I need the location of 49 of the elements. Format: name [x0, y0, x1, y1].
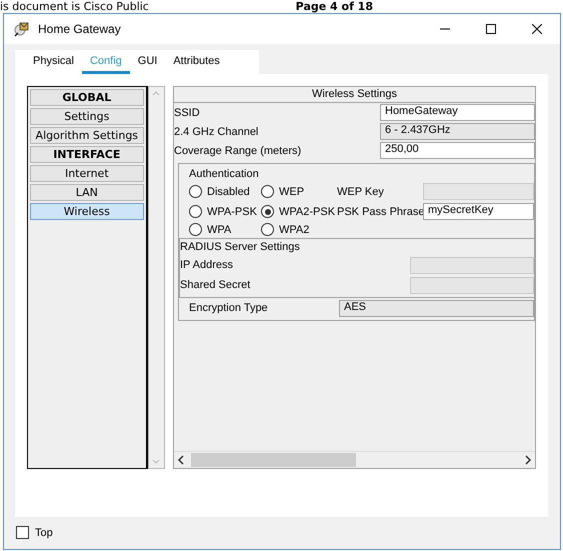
channel-dropdown[interactable]: 6 - 2.437GHz: [380, 123, 535, 140]
field-label: Coverage Range (meters): [174, 144, 302, 156]
field-label: 2.4 GHz Channel: [174, 126, 260, 138]
group-title: RADIUS Server Settings: [180, 241, 300, 253]
tab[interactable]: Physical: [25, 55, 82, 74]
checkbox[interactable]: [16, 526, 29, 539]
sidebar-header[interactable]: GLOBAL: [30, 89, 144, 106]
scroll-left-icon[interactable]: [177, 455, 185, 465]
input-field[interactable]: 250,00: [380, 142, 535, 159]
checkbox-label: Top: [35, 526, 53, 538]
radio-label: WPA2-PSK: [279, 206, 336, 218]
field-label: PSK Pass Phrase: [337, 206, 423, 218]
encryption-dropdown[interactable]: AES: [339, 300, 534, 316]
radio-button[interactable]: [189, 185, 202, 198]
horizontal-scrollbar[interactable]: [174, 451, 535, 468]
radio-button[interactable]: [261, 185, 274, 198]
sidebar-header[interactable]: INTERFACE: [30, 146, 144, 163]
radio-label: WPA: [207, 224, 232, 236]
window-title: Home Gateway: [38, 22, 121, 36]
sidebar-item[interactable]: Wireless: [30, 203, 144, 220]
sidebar-item[interactable]: LAN: [30, 184, 144, 201]
field-label: Shared Secret: [180, 279, 252, 291]
gateway-icon: [14, 21, 30, 37]
tab[interactable]: Attributes: [165, 55, 228, 74]
background-text: Page 4 of 18: [296, 0, 373, 13]
maximize-icon[interactable]: [486, 24, 496, 34]
section-title: Wireless Settings: [174, 87, 535, 103]
sidebar-item[interactable]: Settings: [30, 108, 144, 125]
input-field[interactable]: mySecretKey: [423, 203, 534, 220]
field-label: SSID: [174, 106, 201, 118]
radio-label: Disabled: [207, 186, 250, 198]
group-title: Authentication: [189, 168, 259, 180]
radio-button[interactable]: [261, 205, 274, 218]
radio-button[interactable]: [261, 223, 274, 236]
radio-button[interactable]: [189, 223, 202, 236]
field-label: WEP Key: [337, 186, 385, 198]
radio-button[interactable]: [189, 205, 202, 218]
field-label: IP Address: [180, 259, 234, 271]
sidebar-item[interactable]: Algorithm Settings: [30, 127, 144, 144]
field-label: Encryption Type: [188, 302, 269, 314]
background-text: is document is Cisco Public: [0, 0, 149, 13]
radio-label: WEP: [279, 186, 304, 198]
scroll-right-icon[interactable]: [524, 455, 532, 465]
tab[interactable]: GUI: [130, 55, 166, 74]
sidebar-item[interactable]: Internet: [30, 165, 144, 182]
input-field[interactable]: HomeGateway: [380, 104, 535, 121]
radio-label: WPA2: [279, 224, 310, 236]
close-icon[interactable]: [532, 24, 542, 34]
radio-label: WPA-PSK: [207, 206, 257, 218]
